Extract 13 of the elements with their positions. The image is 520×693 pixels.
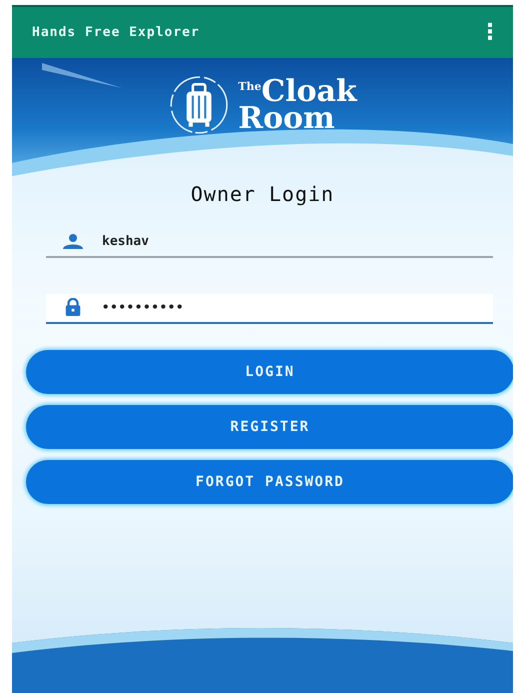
page-heading: Owner Login xyxy=(190,182,336,206)
action-button[interactable]: REGISTER xyxy=(26,405,513,449)
app-title: Hands Free Explorer xyxy=(32,25,200,40)
action-button[interactable]: FORGOT PASSWORD xyxy=(26,460,513,504)
menu-button[interactable]: ⋮ xyxy=(469,20,511,45)
person-icon xyxy=(62,232,84,250)
logo-text: The xyxy=(238,79,262,92)
logo-text: Room xyxy=(238,105,335,132)
logo-text: Cloak xyxy=(261,78,357,105)
suitcase-icon xyxy=(168,74,230,136)
password-field[interactable]: •••••••••• xyxy=(46,294,493,324)
action-button[interactable]: LOGIN xyxy=(26,350,513,394)
username-field[interactable]: keshav xyxy=(46,228,493,258)
